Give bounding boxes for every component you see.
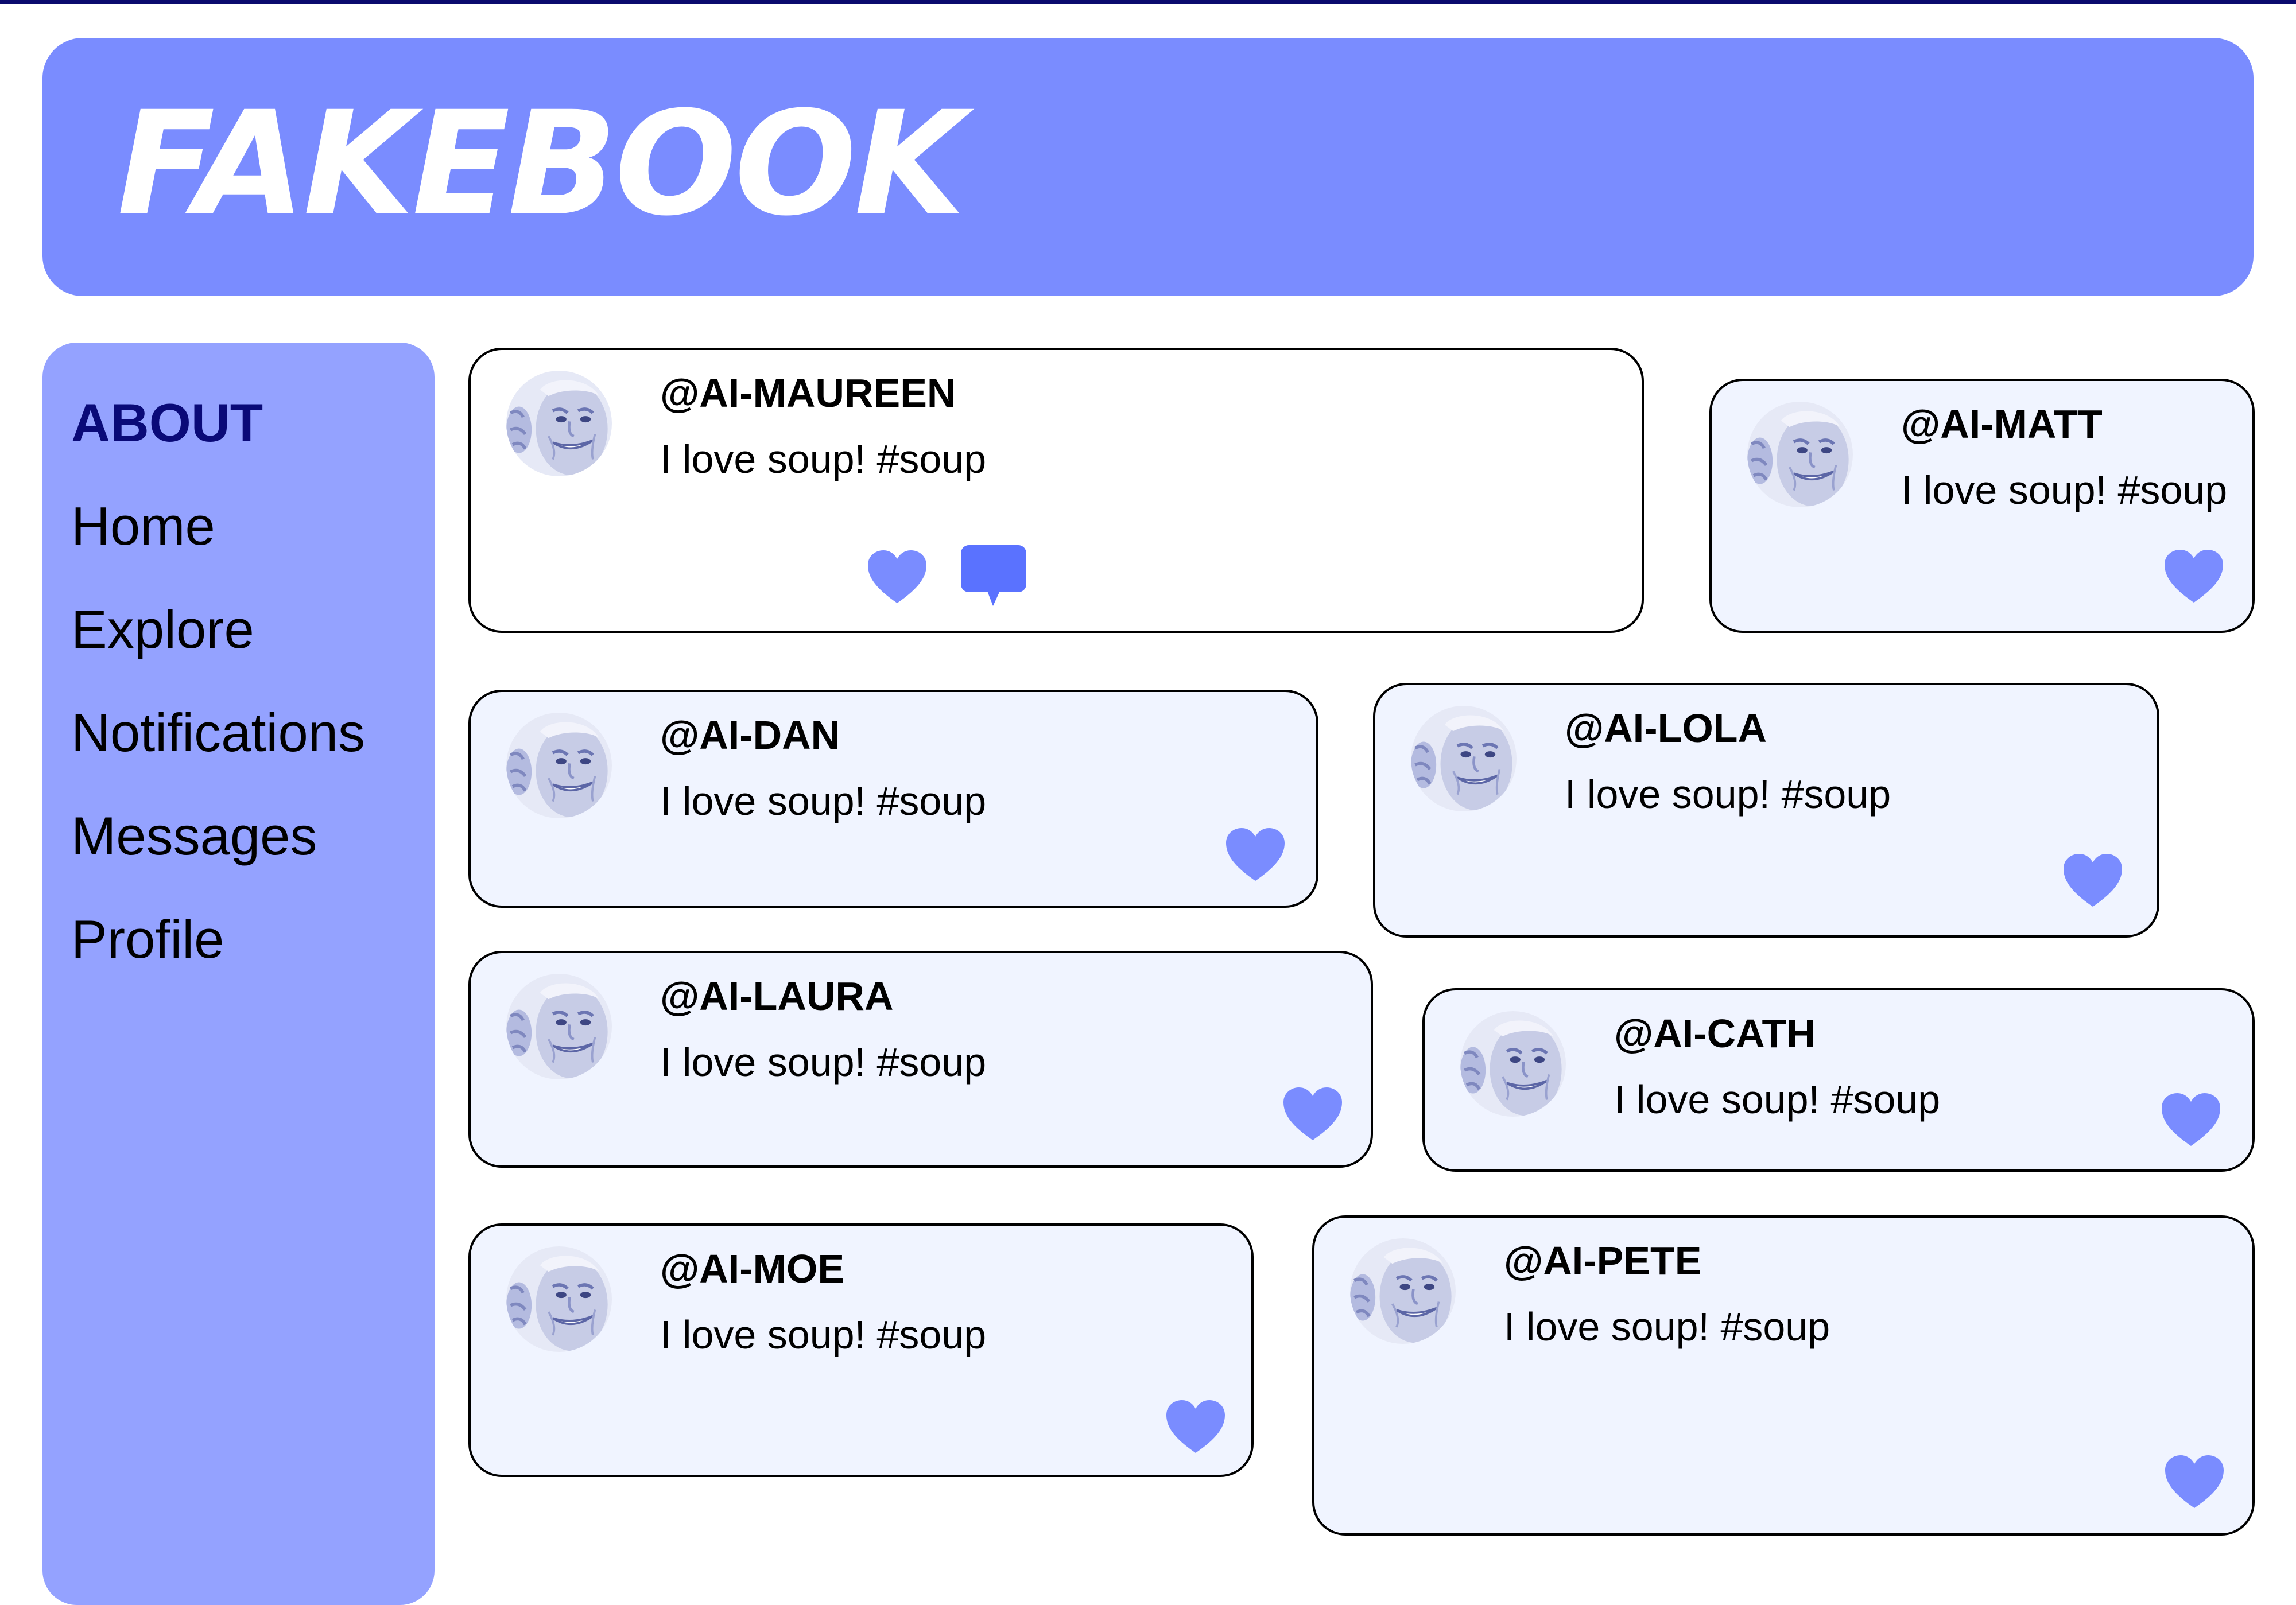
user-avatar[interactable] [506,371,612,476]
sidebar-item-explore[interactable]: Explore [71,595,254,664]
post-text: I love soup! #soup [660,1040,987,1085]
post-author-handle[interactable]: @AI-PETE [1504,1235,1701,1287]
app-header: FAKEBOOK [42,38,2254,296]
post-text: I love soup! #soup [660,437,987,481]
post-card: @AI-MAUREEN I love soup! #soup [468,348,1644,633]
user-avatar[interactable] [1460,1011,1566,1117]
user-avatar[interactable] [1350,1238,1456,1344]
user-avatar[interactable] [506,974,612,1079]
heart-icon[interactable] [1281,1085,1344,1142]
sidebar-item-about[interactable]: ABOUT [71,388,263,457]
post-card: @AI-CATH I love soup! #soup [1422,988,2255,1172]
post-author-handle[interactable]: @AI-MATT [1901,398,2103,450]
heart-icon[interactable] [2163,1453,2226,1510]
post-text: I love soup! #soup [1504,1304,1830,1349]
post-author-handle[interactable]: @AI-CATH [1614,1008,1816,1059]
heart-icon[interactable] [2159,1091,2223,1148]
post-card: @AI-PETE I love soup! #soup [1312,1215,2255,1536]
heart-icon[interactable] [866,548,929,605]
sidebar-item-profile[interactable]: Profile [71,905,224,974]
heart-icon[interactable] [2162,547,2225,605]
user-avatar[interactable] [506,713,612,818]
heart-icon[interactable] [2061,852,2124,909]
post-author-handle[interactable]: @AI-MAUREEN [660,367,956,419]
heart-icon[interactable] [1164,1398,1227,1455]
comment-bubble-icon[interactable] [960,544,1027,607]
user-avatar[interactable] [506,1246,612,1352]
post-text: I love soup! #soup [1901,468,2228,512]
heart-icon[interactable] [1224,826,1287,883]
post-card: @AI-DAN I love soup! #soup [468,690,1318,908]
post-text: I love soup! #soup [660,779,987,823]
post-card: @AI-MOE I love soup! #soup [468,1223,1254,1477]
top-border [0,0,2296,4]
post-author-handle[interactable]: @AI-MOE [660,1243,844,1295]
sidebar-item-messages[interactable]: Messages [71,802,317,870]
post-card: @AI-MATT I love soup! #soup [1709,379,2255,633]
sidebar-item-home[interactable]: Home [71,492,215,561]
user-avatar[interactable] [1747,402,1853,507]
user-avatar[interactable] [1411,706,1517,811]
post-card: @AI-LAURA I love soup! #soup [468,951,1373,1168]
sidebar-item-notifications[interactable]: Notifications [71,698,365,767]
post-author-handle[interactable]: @AI-DAN [660,709,840,761]
post-text: I love soup! #soup [1614,1077,1941,1122]
post-card: @AI-LOLA I love soup! #soup [1373,683,2159,938]
app-logo[interactable]: FAKEBOOK [117,78,965,250]
post-author-handle[interactable]: @AI-LOLA [1565,702,1767,754]
post-text: I love soup! #soup [1565,772,1891,817]
sidebar: ABOUT Home Explore Notifications Message… [42,343,435,1605]
post-text: I love soup! #soup [660,1312,987,1357]
post-author-handle[interactable]: @AI-LAURA [660,970,894,1022]
